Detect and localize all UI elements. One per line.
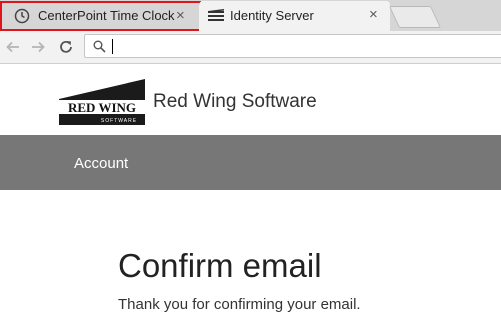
back-arrow-icon[interactable] (4, 38, 22, 56)
logo-subtext: SOFTWARE (101, 118, 137, 124)
search-icon (93, 40, 106, 53)
red-wing-logo: RED WING SOFTWARE (59, 79, 145, 125)
clock-icon (14, 8, 30, 24)
confirmation-message: Thank you for confirming your email. (118, 296, 361, 313)
logo-text: RED WING (68, 100, 136, 115)
site-brand[interactable]: RED WING SOFTWARE Red Wing Software (59, 74, 317, 130)
new-tab-button[interactable] (388, 6, 442, 28)
forward-arrow-icon[interactable] (29, 38, 47, 56)
reload-icon[interactable] (57, 38, 75, 56)
close-tab-icon[interactable]: × (176, 8, 185, 23)
text-caret (112, 39, 113, 54)
page-title: Confirm email (118, 247, 322, 284)
tab-centerpoint-time-clock[interactable]: CenterPoint Time Clock × (0, 1, 201, 31)
web-page: RED WING SOFTWARE Red Wing Software Acco… (0, 64, 501, 335)
identity-server-logo-icon (208, 9, 224, 23)
browser-tab-strip: CenterPoint Time Clock × Identity Server… (0, 0, 501, 31)
brand-name: Red Wing Software (153, 91, 317, 112)
address-bar[interactable] (84, 34, 501, 58)
tab-title: Identity Server (230, 8, 314, 23)
tab-identity-server[interactable]: Identity Server × (199, 1, 390, 31)
close-tab-icon[interactable]: × (369, 7, 378, 22)
nav-link-account[interactable]: Account (74, 155, 128, 172)
browser-toolbar (0, 31, 501, 64)
site-navbar: Account (0, 135, 501, 190)
tab-title: CenterPoint Time Clock (38, 8, 175, 23)
